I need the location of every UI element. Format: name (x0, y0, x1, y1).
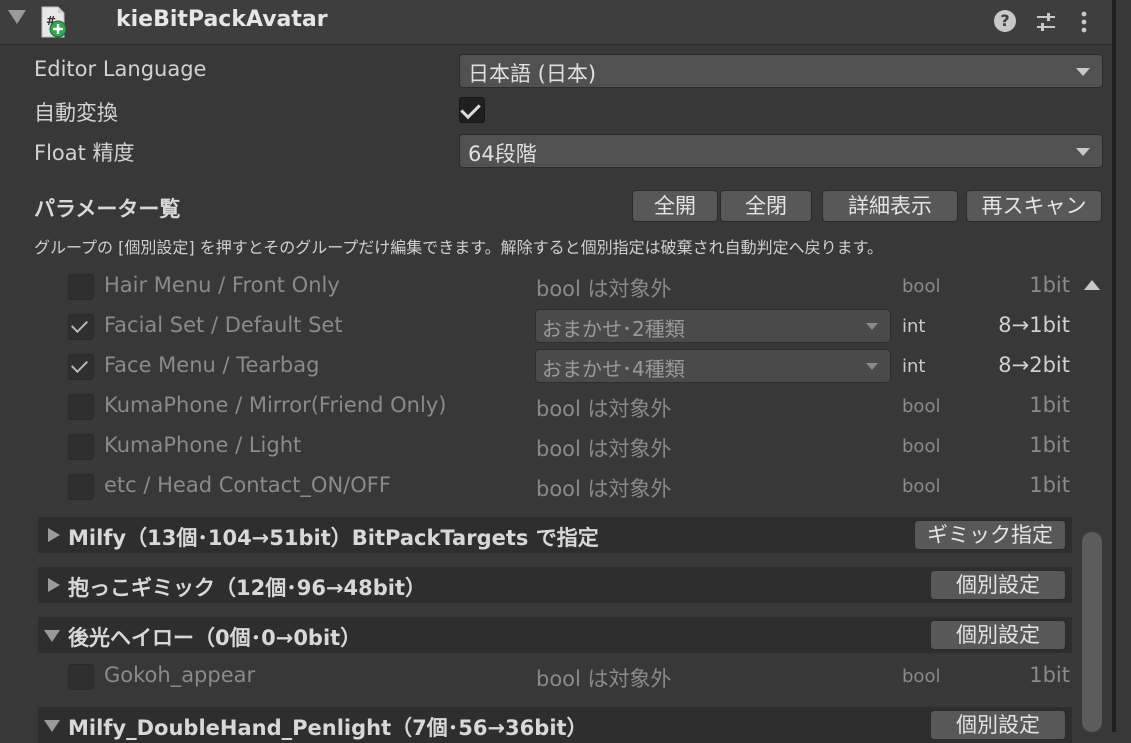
param-bits: 8→1bit (998, 313, 1070, 337)
param-type: bool (902, 476, 941, 497)
component-header: # kieBitPackAvatar ? (0, 0, 1112, 45)
float-precision-value: 64段階 (468, 142, 537, 166)
gimmick-assign-button[interactable]: ギミック指定 (914, 520, 1066, 550)
param-bits: 1bit (1029, 433, 1070, 457)
editor-language-value: 日本語 (日本) (468, 62, 597, 86)
param-name: KumaPhone / Mirror(Friend Only) (104, 393, 447, 417)
group-header-halo[interactable]: 後光ヘイロー（0個･0→0bit） 個別設定 (38, 617, 1072, 653)
param-bits: 8→2bit (998, 353, 1070, 377)
individual-settings-button[interactable]: 個別設定 (930, 570, 1066, 600)
chevron-down-icon (866, 323, 878, 330)
param-bits: 1bit (1029, 663, 1070, 687)
param-type: int (902, 356, 926, 377)
param-mode-value: おまかせ･2種類 (542, 317, 685, 341)
scrollbar-thumb[interactable] (1082, 532, 1102, 732)
component-title: kieBitPackAvatar (116, 7, 328, 32)
param-type: bool (902, 436, 941, 457)
chevron-down-icon (1076, 68, 1090, 76)
param-mode-dropdown[interactable]: おまかせ･4種類 (535, 349, 891, 383)
collapse-all-button[interactable]: 全閉 (720, 190, 812, 222)
param-name: Face Menu / Tearbag (104, 353, 320, 377)
collapse-triangle-icon[interactable] (44, 720, 60, 732)
auto-convert-label: 自動変換 (34, 101, 118, 125)
individual-settings-button[interactable]: 個別設定 (930, 620, 1066, 650)
param-bits: 1bit (1029, 273, 1070, 297)
checkmark-icon (460, 98, 481, 120)
parameter-list-title: パラメーター覧 (34, 197, 181, 221)
param-name: Facial Set / Default Set (104, 313, 343, 337)
param-row-checkbox[interactable] (68, 274, 94, 300)
param-row: Hair Menu / Front Only bool は対象外 bool 1b… (0, 271, 1080, 303)
param-type: bool (902, 396, 941, 417)
editor-language-dropdown[interactable]: 日本語 (日本) (459, 54, 1103, 88)
collapse-triangle-icon[interactable] (44, 630, 60, 642)
param-row-checkbox[interactable] (68, 434, 94, 460)
checkmark-icon (71, 356, 88, 373)
group-title: Milfy（13個･104→51bit）BitPackTargets で指定 (68, 526, 599, 550)
help-icon[interactable]: ? (994, 10, 1016, 32)
chevron-down-icon (866, 363, 878, 370)
param-type: int (902, 316, 926, 337)
auto-convert-checkbox[interactable] (459, 97, 485, 123)
param-row-checkbox[interactable] (68, 314, 94, 340)
param-row: Face Menu / Tearbag おまかせ･4種類 int 8→2bit (0, 349, 1080, 383)
param-type: bool (902, 666, 941, 687)
param-row-checkbox[interactable] (68, 664, 94, 690)
rescan-button[interactable]: 再スキャン (966, 190, 1102, 222)
checkmark-icon (71, 316, 88, 333)
param-row: etc / Head Contact_ON/OFF bool は対象外 bool… (0, 471, 1080, 503)
param-name: Hair Menu / Front Only (104, 273, 340, 297)
expand-triangle-icon[interactable] (48, 578, 60, 592)
param-bits: 1bit (1029, 473, 1070, 497)
param-row: KumaPhone / Mirror(Friend Only) bool は対象… (0, 391, 1080, 423)
param-info: bool は対象外 (536, 667, 672, 691)
group-title: 後光ヘイロー（0個･0→0bit） (68, 626, 362, 650)
param-row-checkbox[interactable] (68, 354, 94, 380)
presets-sliders-icon[interactable] (1034, 10, 1058, 34)
group-header-penlight[interactable]: Milfy_DoubleHand_Penlight（7個･56→36bit） 個… (38, 707, 1072, 743)
fold-triangle-icon[interactable] (8, 10, 26, 24)
expand-triangle-icon[interactable] (48, 528, 60, 542)
param-info: bool は対象外 (536, 397, 672, 421)
individual-settings-button[interactable]: 個別設定 (930, 710, 1066, 740)
scroll-up-arrow-icon[interactable] (1084, 280, 1100, 290)
param-row-checkbox[interactable] (68, 394, 94, 420)
param-row-checkbox[interactable] (68, 474, 94, 500)
param-name: Gokoh_appear (104, 663, 256, 687)
param-mode-dropdown[interactable]: おまかせ･2種類 (535, 309, 891, 343)
script-add-icon: # (41, 6, 66, 38)
group-title: Milfy_DoubleHand_Penlight（7個･56→36bit） (68, 716, 588, 740)
group-header-dakko[interactable]: 抱っこギミック（12個･96→48bit） 個別設定 (38, 567, 1072, 603)
param-row: Facial Set / Default Set おまかせ･2種類 int 8→… (0, 309, 1080, 343)
param-type: bool (902, 276, 941, 297)
param-row: Gokoh_appear bool は対象外 bool 1bit (0, 661, 1080, 693)
expand-all-button[interactable]: 全開 (632, 190, 718, 222)
param-info: bool は対象外 (536, 477, 672, 501)
parameter-list-description: グループの [個別設定] を押すとそのグループだけ編集できます。解除すると個別指… (34, 238, 884, 257)
param-info: bool は対象外 (536, 437, 672, 461)
show-details-button[interactable]: 詳細表示 (822, 190, 958, 222)
kebab-menu-icon[interactable] (1074, 10, 1094, 34)
float-precision-dropdown[interactable]: 64段階 (459, 134, 1103, 168)
param-row: KumaPhone / Light bool は対象外 bool 1bit (0, 431, 1080, 463)
group-header-milfy[interactable]: Milfy（13個･104→51bit）BitPackTargets で指定 ギ… (38, 517, 1072, 553)
group-title: 抱っこギミック（12個･96→48bit） (68, 576, 427, 600)
param-info: bool は対象外 (536, 277, 672, 301)
param-bits: 1bit (1029, 393, 1070, 417)
param-name: KumaPhone / Light (104, 433, 302, 457)
param-mode-value: おまかせ･4種類 (542, 357, 685, 381)
chevron-down-icon (1076, 148, 1090, 156)
inspector-gutter (1116, 0, 1131, 732)
float-precision-label: Float 精度 (34, 141, 135, 165)
param-name: etc / Head Contact_ON/OFF (104, 473, 391, 497)
editor-language-label: Editor Language (34, 57, 207, 81)
